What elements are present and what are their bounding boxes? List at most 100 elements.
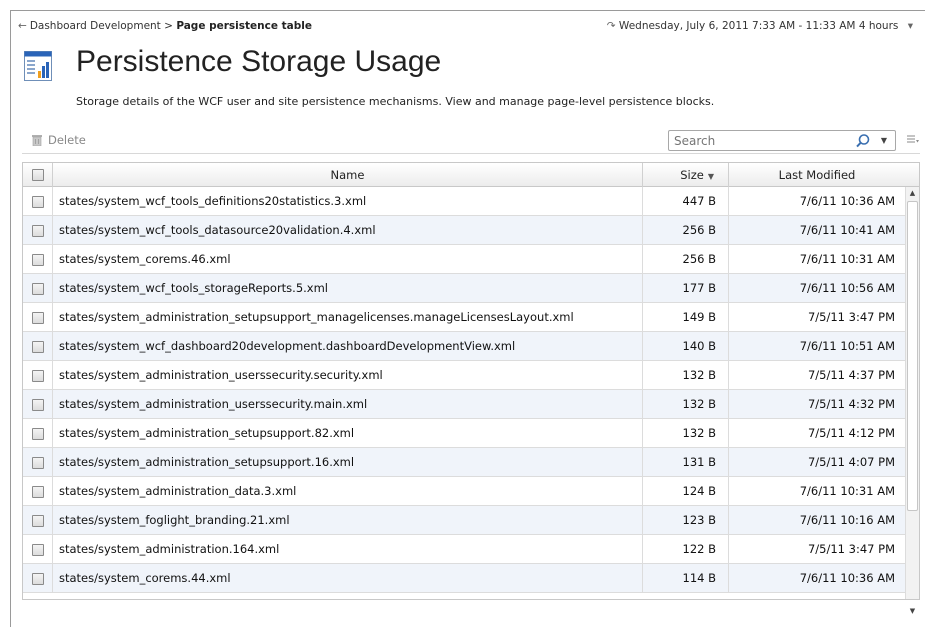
row-size: 177 B — [643, 274, 729, 302]
row-name: states/system_foglight_branding.21.xml — [53, 506, 643, 534]
row-checkbox[interactable] — [32, 341, 44, 353]
table-row[interactable]: states/system_administration_data.3.xml … — [23, 477, 905, 506]
search-options-chevron-icon[interactable]: ▼ — [881, 136, 887, 145]
row-modified: 7/6/11 10:51 AM — [799, 339, 895, 353]
breadcrumb-current: Page persistence table — [176, 20, 312, 32]
search-box: ▼ — [668, 130, 896, 151]
column-header-last-modified[interactable]: Last Modified — [729, 163, 905, 187]
row-checkbox[interactable] — [32, 225, 44, 237]
search-input[interactable] — [669, 131, 819, 150]
row-modified: 7/5/11 3:47 PM — [807, 542, 895, 556]
row-checkbox[interactable] — [32, 544, 44, 556]
row-size: 140 B — [643, 332, 729, 360]
row-check-cell — [23, 477, 53, 505]
breadcrumb-separator: > — [164, 20, 173, 32]
row-check-cell — [23, 303, 53, 331]
scroll-up-icon[interactable]: ▲ — [906, 187, 919, 199]
row-modified: 7/6/11 10:36 AM — [799, 194, 895, 208]
row-modified: 7/5/11 3:47 PM — [807, 310, 895, 324]
table-row[interactable]: states/system_foglight_branding.21.xml 1… — [23, 506, 905, 535]
breadcrumb-parent-link[interactable]: Dashboard Development — [30, 20, 161, 32]
row-check-cell — [23, 332, 53, 360]
breadcrumb: ← Dashboard Development > Page persistenc… — [18, 20, 312, 32]
delete-button-label: Delete — [48, 133, 86, 147]
column-menu-icon[interactable] — [906, 133, 920, 147]
row-check-cell — [23, 448, 53, 476]
table-row[interactable]: states/system_administration_userssecuri… — [23, 361, 905, 390]
row-size: 132 B — [643, 361, 729, 389]
row-size: 123 B — [643, 506, 729, 534]
persistence-table: Name Size ▼ Last Modified states/system_w… — [22, 162, 920, 615]
row-name: states/system_corems.44.xml — [53, 564, 643, 592]
row-modified: 7/6/11 10:16 AM — [799, 513, 895, 527]
table-row[interactable]: states/system_wcf_tools_storageReports.5… — [23, 274, 905, 303]
time-range-selector[interactable]: ↷ Wednesday, July 6, 2011 7:33 AM - 11:3… — [607, 20, 913, 32]
vertical-scrollbar[interactable]: ▲ ▼ — [905, 187, 919, 615]
row-size: 256 B — [643, 216, 729, 244]
row-name: states/system_administration_setupsuppor… — [53, 419, 643, 447]
scrollbar-thumb[interactable] — [907, 201, 918, 511]
row-check-cell — [23, 361, 53, 389]
table-row[interactable]: states/system_corems.46.xml 256 B 7/6/11… — [23, 245, 905, 274]
row-modified: 7/6/11 10:56 AM — [799, 281, 895, 295]
row-check-cell — [23, 187, 53, 215]
table-row[interactable]: states/system_administration_setupsuppor… — [23, 303, 905, 332]
table-row[interactable]: states/system_corems.44.xml 114 B 7/6/11… — [23, 564, 905, 593]
row-check-cell — [23, 506, 53, 534]
row-checkbox[interactable] — [32, 428, 44, 440]
table-row[interactable]: states/system_administration_setupsuppor… — [23, 419, 905, 448]
row-name: states/system_administration_userssecuri… — [53, 390, 643, 418]
table-row[interactable]: states/system_wcf_tools_datasource20vali… — [23, 216, 905, 245]
row-check-cell — [23, 419, 53, 447]
row-size: 124 B — [643, 477, 729, 505]
table-body: states/system_wcf_tools_definitions20sta… — [23, 187, 905, 599]
page-description: Storage details of the WCF user and site… — [76, 95, 715, 108]
table-toolbar: Delete ▼ — [22, 128, 920, 154]
row-name: states/system_wcf_tools_storageReports.5… — [53, 274, 643, 302]
column-header-modified-label: Last Modified — [778, 168, 856, 182]
row-modified: 7/6/11 10:31 AM — [799, 252, 895, 266]
row-checkbox[interactable] — [32, 515, 44, 527]
table-row[interactable]: states/system_administration_userssecuri… — [23, 390, 905, 419]
row-modified: 7/5/11 4:37 PM — [807, 368, 895, 382]
column-header-size[interactable]: Size ▼ — [643, 163, 729, 187]
table-row[interactable]: states/system_administration_setupsuppor… — [23, 448, 905, 477]
select-all-checkbox[interactable] — [32, 169, 44, 181]
table-row[interactable]: states/system_wcf_dashboard20development… — [23, 332, 905, 361]
row-modified: 7/5/11 4:07 PM — [807, 455, 895, 469]
row-modified: 7/6/11 10:36 AM — [799, 571, 895, 585]
column-header-name-label: Name — [330, 168, 365, 182]
page-title: Persistence Storage Usage — [76, 45, 442, 78]
row-name: states/system_wcf_tools_definitions20sta… — [53, 187, 643, 215]
trash-icon — [32, 135, 42, 146]
row-name: states/system_corems.46.xml — [53, 245, 643, 273]
table-row[interactable]: states/system_wcf_tools_definitions20sta… — [23, 187, 905, 216]
row-checkbox[interactable] — [32, 573, 44, 585]
delete-button[interactable]: Delete — [32, 133, 86, 147]
row-checkbox[interactable] — [32, 283, 44, 295]
row-checkbox[interactable] — [32, 486, 44, 498]
row-checkbox[interactable] — [32, 312, 44, 324]
row-modified: 7/5/11 4:12 PM — [807, 426, 895, 440]
chevron-down-icon[interactable]: ▾ — [908, 20, 913, 32]
row-name: states/system_administration_userssecuri… — [53, 361, 643, 389]
scroll-down-icon[interactable]: ▼ — [906, 605, 919, 617]
table-row[interactable]: states/system_administration.164.xml 122… — [23, 535, 905, 564]
row-checkbox[interactable] — [32, 399, 44, 411]
row-checkbox[interactable] — [32, 196, 44, 208]
back-icon[interactable]: ← — [18, 20, 27, 32]
row-name: states/system_administration_setupsuppor… — [53, 303, 643, 331]
search-icon[interactable] — [855, 133, 871, 149]
row-size: 132 B — [643, 419, 729, 447]
row-size: 256 B — [643, 245, 729, 273]
row-size: 149 B — [643, 303, 729, 331]
column-header-name[interactable]: Name — [53, 163, 643, 187]
row-name: states/system_administration.164.xml — [53, 535, 643, 563]
row-size: 114 B — [643, 564, 729, 592]
row-check-cell — [23, 245, 53, 273]
row-checkbox[interactable] — [32, 457, 44, 469]
row-checkbox[interactable] — [32, 370, 44, 382]
row-name: states/system_wcf_tools_datasource20vali… — [53, 216, 643, 244]
row-check-cell — [23, 564, 53, 592]
row-checkbox[interactable] — [32, 254, 44, 266]
